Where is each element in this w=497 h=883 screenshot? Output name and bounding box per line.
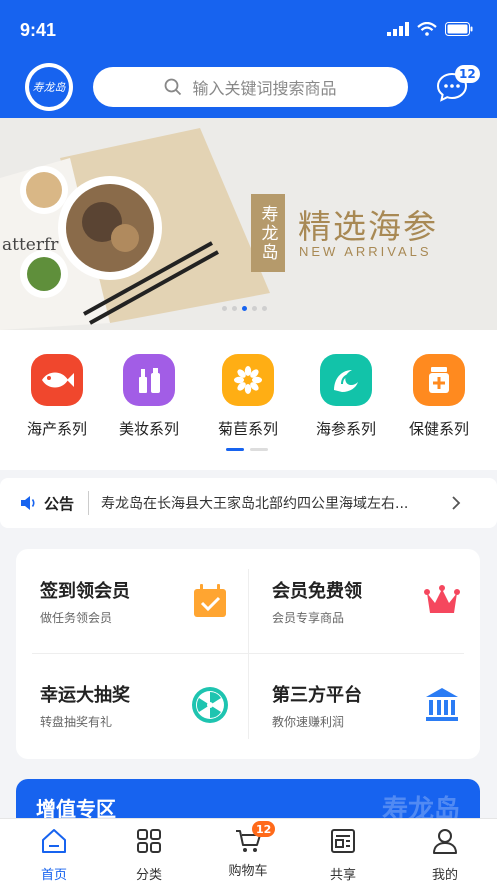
search-bar[interactable]: 输入关键词搜索商品 [93,67,408,107]
banner-dot[interactable] [252,306,257,311]
notice-text: 寿龙岛在长海县大王家岛北部约四公里海域左右... [101,496,409,512]
cell-subtitle: 会员专享商品 [272,611,345,625]
cell-title: 幸运大抽奖 [40,685,130,706]
category-page-indicator[interactable] [250,448,268,451]
category-icon [137,829,161,853]
chevron-right-icon [452,496,461,510]
banner-subtitle: NEW ARRIVALS [299,244,432,259]
app-header: 9:41 寿龙岛 输入关键词搜索商品 12 [0,0,497,118]
third-party-cell[interactable]: 第三方平台 教你速赚利润 [248,653,480,757]
medicine-icon [413,354,465,406]
tab-label: 共享 [329,868,356,883]
banner-dot[interactable] [232,306,237,311]
category-item-chicory[interactable]: 菊苣系列 [208,354,288,439]
bottom-tab-bar: 首页 分类 12 购物车 共享 我的 [0,818,497,883]
crown-icon [424,585,460,613]
banner-dot-active[interactable] [242,306,247,311]
cell-subtitle: 转盘抽奖有礼 [40,715,113,729]
svg-text:atterfr: atterfr [2,235,59,255]
promo-banner[interactable]: atterfr 寿龙岛 精选海参 NEW ARRIVALS [0,118,497,330]
member-card: 签到领会员 做任务领会员 会员免费领 会员专享商品 幸运大抽奖 转盘抽奖有礼 第… [16,549,480,759]
cell-subtitle: 教你速赚利润 [272,715,345,729]
banner-dot[interactable] [262,306,267,311]
tab-category[interactable]: 分类 [119,827,179,883]
user-icon [433,829,457,854]
tab-share[interactable]: 共享 [313,827,373,883]
bank-icon [426,688,458,721]
notice-label: 公告 [44,494,75,513]
sign-in-member-cell[interactable]: 签到领会员 做任务领会员 [16,549,248,653]
category-pager [226,448,268,451]
cell-title: 第三方平台 [272,685,362,706]
status-icons [387,22,473,36]
category-label: 美妆系列 [118,420,179,438]
category-grid: 海产系列 美妆系列 菊苣系列 海参系列 保健系列 [0,330,497,470]
category-label: 菊苣系列 [217,420,278,438]
status-time: 9:41 [20,20,57,40]
banner-title: 精选海参 [298,207,438,246]
speaker-icon [21,496,35,510]
fish-icon [31,354,83,406]
category-label: 海产系列 [26,420,87,438]
category-label: 保健系列 [408,420,469,438]
flower-icon [222,354,274,406]
cart-badge: 12 [252,821,276,837]
tab-profile[interactable]: 我的 [415,827,475,883]
calendar-check-icon [194,584,226,617]
wheel-icon [192,687,228,723]
search-icon [165,78,182,96]
banner-dot[interactable] [222,306,227,311]
category-item-seafood[interactable]: 海产系列 [17,354,97,439]
tab-home[interactable]: 首页 [24,827,84,883]
home-icon [42,829,66,853]
tab-label: 首页 [40,868,67,883]
free-member-cell[interactable]: 会员免费领 会员专享商品 [248,549,480,653]
notice-bar[interactable]: 公告 寿龙岛在长海县大王家岛北部约四公里海域左右... [0,478,497,528]
tab-cart[interactable]: 12 购物车 [218,821,278,879]
wave-icon [320,354,372,406]
banner-brand: 寿龙岛 [251,194,285,272]
tab-label: 分类 [135,868,162,883]
category-label: 海参系列 [315,420,376,438]
search-placeholder: 输入关键词搜索商品 [192,79,337,98]
tab-label: 购物车 [228,864,268,879]
category-page-indicator-active[interactable] [226,448,244,451]
signal-icon [387,22,409,36]
category-item-sea-cucumber[interactable]: 海参系列 [306,354,386,439]
app-logo[interactable]: 寿龙岛 [25,63,73,111]
cosmetics-icon [123,354,175,406]
notice-divider [88,491,90,515]
banner-pagination [222,306,267,311]
category-item-cosmetics[interactable]: 美妆系列 [109,354,189,439]
battery-icon [445,22,473,36]
cell-title: 会员免费领 [272,581,362,602]
cart-icon-wrapper: 12 [234,821,276,855]
tab-label: 我的 [431,868,458,883]
cell-subtitle: 做任务领会员 [40,611,113,625]
wifi-icon [417,22,437,36]
lucky-draw-cell[interactable]: 幸运大抽奖 转盘抽奖有礼 [16,653,248,757]
share-icon [331,829,355,853]
cell-title: 签到领会员 [40,581,130,602]
logo-text: 寿龙岛 [29,67,69,107]
message-badge: 12 [455,65,480,83]
category-item-health[interactable]: 保健系列 [399,354,479,439]
